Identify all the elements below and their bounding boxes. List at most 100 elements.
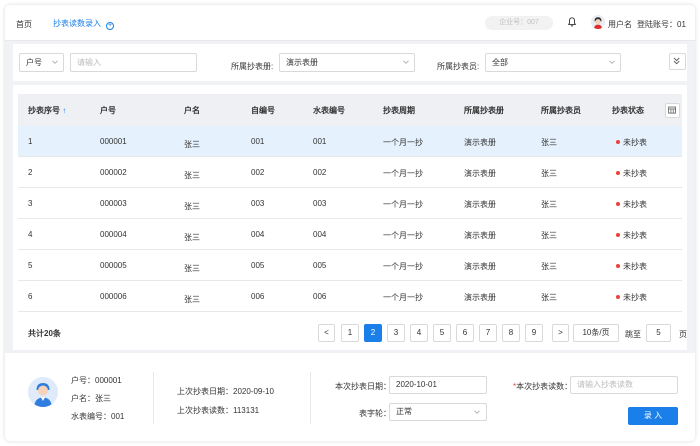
search-field-select[interactable]: 户号	[19, 53, 64, 72]
cell-book: 演示表册	[464, 262, 496, 271]
cell-selfno: 004	[251, 230, 265, 239]
table-row[interactable]: 5 000005 张三 005 005 一个月一抄 演示表册 张三 未抄表	[18, 250, 682, 281]
user-name[interactable]: 用户名	[608, 19, 632, 30]
status-dot-icon	[616, 264, 620, 268]
page-button-8[interactable]: 8	[502, 324, 520, 342]
column-settings-button[interactable]	[665, 103, 680, 118]
table-row[interactable]: 1 000001 张三 001 001 一个月一抄 演示表册 张三 未抄表	[18, 126, 682, 157]
cell-seq: 4	[28, 230, 33, 239]
divider	[153, 372, 154, 424]
cell-status: 未抄表	[616, 261, 647, 272]
dial-select-value: 正常	[396, 407, 412, 416]
this-date-input[interactable]: 2020-10-01	[389, 376, 487, 394]
column-header-meter: 水表编号	[313, 106, 345, 115]
collapse-filter-button[interactable]	[669, 53, 686, 70]
reader-select[interactable]: 全部	[485, 53, 621, 72]
prev-page-button[interactable]: <	[318, 324, 335, 342]
cell-reader: 张三	[541, 231, 557, 240]
cell-seq: 2	[28, 168, 33, 177]
dial-select[interactable]: 正常	[389, 403, 487, 421]
sort-asc-icon[interactable]: ↑	[62, 106, 66, 115]
submit-button[interactable]: 录 入	[628, 407, 678, 425]
status-text: 未抄表	[623, 138, 647, 147]
page-size-select[interactable]: 10条/页	[573, 324, 619, 342]
cell-cycle: 一个月一抄	[383, 231, 423, 240]
cell-meter: 006	[313, 292, 327, 301]
cell-reader: 张三	[541, 200, 557, 209]
top-bar: 首页 抄表读数录入 + 企业号：007 用户名 登陆账号：01	[5, 5, 695, 41]
cell-book: 演示表册	[464, 231, 496, 240]
this-reading-label: *本次抄表读数：	[513, 382, 573, 391]
search-input[interactable]: 请输入	[70, 53, 197, 72]
column-header-selfno: 自编号	[251, 106, 275, 115]
cell-status: 未抄表	[616, 137, 647, 148]
home-link[interactable]: 首页	[16, 19, 32, 30]
cell-account: 000004	[100, 230, 127, 239]
cell-account: 000002	[100, 168, 127, 177]
customer-account: 户号：000001	[71, 376, 122, 385]
table-row[interactable]: 2 000002 张三 002 002 一个月一抄 演示表册 张三 未抄表	[18, 157, 682, 188]
double-chevron-down-icon	[673, 57, 680, 65]
this-reading-input[interactable]: 请输入抄表读数	[570, 376, 678, 394]
page-button-9[interactable]: 9	[525, 324, 543, 342]
cell-name: 张三	[184, 264, 200, 273]
cell-cycle: 一个月一抄	[383, 262, 423, 271]
page-button-3[interactable]: 3	[387, 324, 405, 342]
column-header-seq[interactable]: 抄表序号 ↑	[28, 105, 66, 116]
cell-seq: 5	[28, 261, 33, 270]
page-button-5[interactable]: 5	[433, 324, 451, 342]
jump-page-input[interactable]: 5	[646, 324, 671, 342]
bell-icon[interactable]	[568, 17, 576, 27]
cell-account: 000001	[100, 137, 127, 146]
status-dot-icon	[616, 233, 620, 237]
cell-cycle: 一个月一抄	[383, 138, 423, 147]
table-row[interactable]: 3 000003 张三 003 003 一个月一抄 演示表册 张三 未抄表	[18, 188, 682, 219]
cell-selfno: 002	[251, 168, 265, 177]
cell-account: 000003	[100, 199, 127, 208]
page-button-1[interactable]: 1	[341, 324, 359, 342]
status-dot-icon	[616, 140, 620, 144]
book-select[interactable]: 演示表册	[279, 53, 415, 72]
cell-meter: 001	[313, 137, 327, 146]
status-text: 未抄表	[623, 169, 647, 178]
cell-reader: 张三	[541, 262, 557, 271]
cell-meter: 005	[313, 261, 327, 270]
cell-seq: 3	[28, 199, 33, 208]
cell-status: 未抄表	[616, 230, 647, 241]
chevron-down-icon	[403, 60, 409, 64]
user-avatar-icon[interactable]	[591, 15, 605, 29]
cell-cycle: 一个月一抄	[383, 293, 423, 302]
column-header-reader: 所属抄表员	[541, 106, 581, 115]
cell-meter: 004	[313, 230, 327, 239]
reading-entry-panel: 户号：000001 户名：张三 水表编号：001 上次抄表日期：2020-09-…	[5, 353, 695, 441]
column-header-cycle: 抄表周期	[383, 106, 415, 115]
cell-book: 演示表册	[464, 138, 496, 147]
cell-book: 演示表册	[464, 169, 496, 178]
cell-account: 000006	[100, 292, 127, 301]
column-header-status: 抄表状态	[612, 106, 644, 115]
cell-reader: 张三	[541, 169, 557, 178]
cell-cycle: 一个月一抄	[383, 169, 423, 178]
page-button-7[interactable]: 7	[479, 324, 497, 342]
cell-selfno: 001	[251, 137, 265, 146]
cell-seq: 1	[28, 137, 33, 146]
column-header-account: 户号	[100, 106, 116, 115]
cell-selfno: 003	[251, 199, 265, 208]
reader-label: 所属抄表员:	[437, 62, 480, 71]
table-row[interactable]: 6 000006 张三 006 006 一个月一抄 演示表册 张三 未抄表	[18, 281, 682, 312]
cell-selfno: 005	[251, 261, 265, 270]
table-row[interactable]: 4 000004 张三 004 004 一个月一抄 演示表册 张三 未抄表	[18, 219, 682, 250]
tab-meter-reading-entry[interactable]: 抄表读数录入 +	[39, 14, 120, 32]
cell-meter: 002	[313, 168, 327, 177]
cell-account: 000005	[100, 261, 127, 270]
page-button-2[interactable]: 2	[364, 324, 382, 342]
status-text: 未抄表	[623, 262, 647, 271]
page-button-6[interactable]: 6	[456, 324, 474, 342]
page-button-4[interactable]: 4	[410, 324, 428, 342]
status-text: 未抄表	[623, 231, 647, 240]
chevron-down-icon	[52, 60, 58, 64]
cell-selfno: 006	[251, 292, 265, 301]
next-page-button[interactable]: >	[552, 324, 569, 342]
column-header-name: 户名	[184, 106, 200, 115]
add-tab-icon[interactable]: +	[106, 22, 114, 30]
